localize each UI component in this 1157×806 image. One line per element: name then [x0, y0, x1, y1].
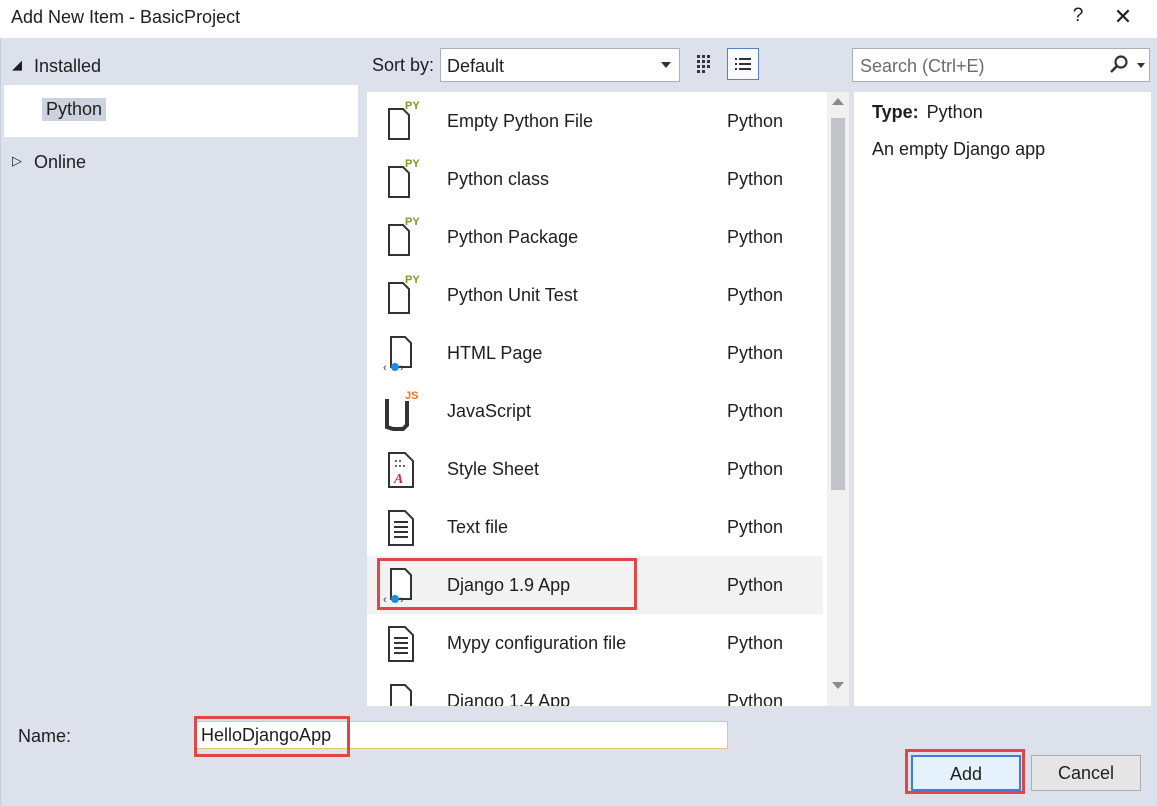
medium-icons-view-button[interactable]: [690, 48, 722, 80]
sort-by-dropdown[interactable]: Default: [440, 48, 680, 82]
py-file-icon: PY: [388, 274, 420, 314]
scroll-down-arrow-icon[interactable]: [832, 682, 844, 689]
item-name: Empty Python File: [447, 111, 594, 131]
item-name: Style Sheet: [447, 459, 540, 479]
expanded-arrow-icon[interactable]: ◢: [12, 57, 22, 73]
sort-by-value: Default: [447, 56, 505, 76]
list-item[interactable]: Text file Python: [367, 498, 823, 556]
svg-text:‹: ‹: [383, 594, 387, 606]
py-file-icon: PY: [388, 216, 420, 256]
html-file-icon: ‹ ›: [383, 336, 412, 374]
item-type: Python: [727, 227, 784, 247]
js-file-icon: JS: [385, 390, 418, 431]
item-type: Python: [727, 459, 784, 479]
item-type: Python: [727, 633, 784, 653]
search-options-chevron-icon[interactable]: [1137, 63, 1145, 68]
list-item[interactable]: PY Python Unit Test Python: [367, 266, 823, 324]
close-button[interactable]: ✕: [1107, 4, 1139, 32]
category-tree: ◢ Installed Python ▷ Online: [4, 44, 358, 706]
item-type: Python: [727, 691, 784, 706]
svg-text:PY: PY: [405, 158, 420, 170]
list-item[interactable]: Mypy configuration file Python: [367, 614, 823, 672]
template-list: PY Empty Python File Python PY Python cl…: [367, 92, 827, 706]
item-type: Python: [727, 111, 784, 131]
tree-item-python[interactable]: Python: [4, 85, 358, 137]
tree-item-installed[interactable]: ◢ Installed: [4, 50, 358, 80]
web-file-icon: ‹ ›: [383, 568, 412, 606]
list-item[interactable]: PY Empty Python File Python: [367, 92, 823, 150]
svg-text:PY: PY: [405, 274, 420, 286]
grid-view-icon: [697, 55, 710, 73]
cancel-button[interactable]: Cancel: [1031, 755, 1141, 791]
search-icon[interactable]: [1108, 54, 1130, 76]
list-view-icon: [735, 58, 751, 70]
web-file-icon: [390, 684, 412, 706]
details-panel: Type: Python An empty Django app: [854, 92, 1151, 706]
name-input[interactable]: HelloDjangoApp: [196, 721, 728, 749]
list-item[interactable]: ‹ › HTML Page Python: [367, 324, 823, 382]
item-type: Python: [727, 285, 784, 305]
item-name: Python Unit Test: [447, 285, 578, 305]
item-type: Python: [727, 401, 784, 421]
tree-item-label: Online: [34, 152, 87, 172]
item-name: Django 1.9 App: [447, 575, 571, 595]
list-item[interactable]: JS JavaScript Python: [367, 382, 823, 440]
title-bar: Add New Item - BasicProject ? ✕: [0, 0, 1157, 38]
svg-text:›: ›: [400, 362, 404, 374]
py-file-icon: PY: [388, 158, 420, 198]
list-item[interactable]: Django 1.4 App Python: [367, 672, 823, 706]
item-name: Python Package: [447, 227, 579, 247]
window-title: Add New Item - BasicProject: [11, 7, 241, 27]
text-file-icon: [388, 626, 414, 662]
item-name: Python class: [447, 169, 550, 189]
py-file-icon: PY: [388, 100, 420, 140]
item-name: Mypy configuration file: [447, 633, 627, 653]
scroll-up-arrow-icon[interactable]: [832, 98, 844, 105]
item-type: Python: [727, 575, 784, 595]
svg-text:›: ›: [400, 594, 404, 606]
tree-item-online[interactable]: ▷ Online: [4, 146, 358, 176]
chevron-down-icon: [661, 62, 671, 68]
add-button[interactable]: Add: [911, 755, 1021, 791]
item-name: HTML Page: [447, 343, 543, 363]
item-name: Django 1.4 App: [447, 691, 571, 706]
details-type-label: Type:: [872, 102, 919, 122]
item-name: Text file: [447, 517, 509, 537]
svg-text:PY: PY: [405, 216, 420, 228]
name-input-value: HelloDjangoApp: [201, 725, 332, 745]
list-item[interactable]: PY Python Package Python: [367, 208, 823, 266]
search-placeholder: Search (Ctrl+E): [860, 56, 985, 76]
details-description: An empty Django app: [872, 139, 1046, 159]
tree-item-label: Python: [42, 98, 107, 121]
details-type: Type: Python: [872, 102, 983, 123]
svg-text:PY: PY: [405, 100, 420, 112]
svg-text:‹: ‹: [383, 362, 387, 374]
details-type-value: Python: [926, 102, 983, 122]
list-item[interactable]: PY Python class Python: [367, 150, 823, 208]
search-input[interactable]: Search (Ctrl+E): [852, 48, 1150, 82]
item-type: Python: [727, 169, 784, 189]
list-item[interactable]: A Style Sheet Python: [367, 440, 823, 498]
list-scrollbar[interactable]: [827, 92, 849, 706]
css-file-icon: A: [388, 452, 414, 488]
item-type: Python: [727, 343, 784, 363]
name-label: Name:: [18, 726, 72, 746]
scroll-thumb[interactable]: [831, 118, 845, 490]
list-item-selected[interactable]: ‹ › Django 1.9 App Python: [367, 556, 823, 614]
list-view-button[interactable]: [727, 48, 759, 80]
text-file-icon: [388, 510, 414, 546]
item-name: JavaScript: [447, 401, 532, 421]
svg-text:JS: JS: [405, 390, 418, 402]
tree-item-label: Installed: [34, 56, 102, 76]
item-type: Python: [727, 517, 784, 537]
help-button[interactable]: ?: [1067, 5, 1089, 27]
sort-by-label: Sort by:: [372, 55, 435, 75]
collapsed-arrow-icon[interactable]: ▷: [12, 153, 22, 169]
svg-text:A: A: [393, 472, 403, 487]
